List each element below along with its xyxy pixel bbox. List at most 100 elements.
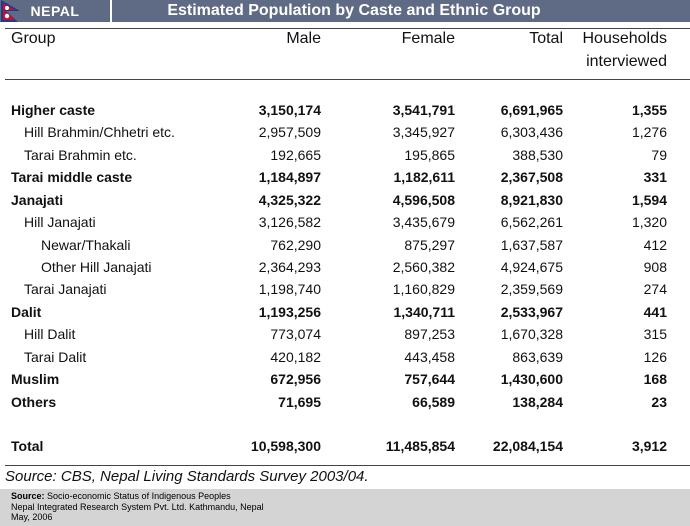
cell-male: 672,956 (270, 371, 321, 387)
table-row: Muslim 672,956 757,644 1,430,600 168 (0, 368, 690, 390)
header-bottom-rule (5, 79, 690, 80)
cell-households: 79 (651, 147, 667, 163)
column-header-female: Female (401, 30, 455, 47)
footer-text: Source: Socio-economic Status of Indigen… (11, 491, 264, 523)
cell-total: 138,284 (512, 394, 563, 410)
cell-total: 2,367,508 (500, 169, 563, 185)
cell-households: 3,912 (631, 438, 667, 454)
table-top-rule (5, 28, 690, 29)
column-header-total: Total (529, 30, 563, 47)
cell-total: 1,637,587 (500, 237, 563, 253)
cell-total: 1,430,600 (500, 371, 563, 387)
cell-female: 1,160,829 (392, 281, 455, 297)
column-header-group: Group (11, 30, 56, 47)
cell-female: 195,865 (404, 147, 455, 163)
table-row: Newar/Thakali 762,290 875,297 1,637,587 412 (0, 234, 690, 256)
cell-total: 863,639 (512, 349, 563, 365)
cell-total: 4,924,675 (500, 259, 563, 275)
cell-total: 6,691,965 (500, 102, 563, 118)
cell-female: 1,340,711 (393, 304, 455, 320)
table-row: Dalit 1,193,256 1,340,711 2,533,967 441 (0, 301, 690, 323)
cell-female: 875,297 (404, 237, 455, 253)
table-row: Tarai Janajati 1,198,740 1,160,829 2,359,56… (0, 278, 690, 300)
cell-female: 2,560,382 (392, 259, 455, 275)
cell-households: 908 (643, 259, 667, 275)
cell-female: 897,253 (404, 326, 455, 342)
country-label: NEPAL (30, 3, 80, 19)
cell-male: 71,695 (278, 394, 321, 410)
table-row: Hill Brahmin/Chhetri etc. 2,957,509 3,345,… (0, 121, 690, 143)
cell-male: 4,325,322 (258, 192, 321, 208)
cell-male: 1,198,740 (258, 281, 321, 297)
cell-male: 2,364,293 (258, 259, 321, 275)
footer-publisher: Nepal Integrated Research System Pvt. Lt… (11, 501, 264, 512)
cell-male: 2,957,509 (258, 124, 321, 140)
row-label: Others (11, 394, 57, 410)
row-label: Tarai Brahmin etc. (24, 147, 137, 163)
row-label: Higher caste (11, 102, 96, 118)
cell-total: 6,562,261 (500, 214, 563, 230)
cell-households: 126 (643, 349, 667, 365)
table-row: Hill Dalit 773,074 897,253 1,670,328 315 (0, 323, 690, 345)
cell-male: 1,193,256 (258, 304, 321, 320)
column-header-households-line2: interviewed (586, 53, 667, 70)
row-label: Total (11, 438, 44, 454)
row-label: Hill Janajati (24, 214, 96, 230)
row-label: Janajati (11, 192, 64, 208)
table-bottom-rule (5, 465, 690, 466)
cell-female: 443,458 (404, 349, 455, 365)
cell-female: 3,541,791 (392, 102, 455, 118)
cell-male: 3,126,582 (258, 214, 321, 230)
cell-female: 757,644 (404, 371, 455, 387)
cell-households: 1,320 (631, 214, 667, 230)
row-label: Tarai Janajati (24, 281, 107, 297)
cell-households: 1,594 (631, 192, 667, 208)
column-header-households: Households (582, 30, 668, 47)
row-label: Dalit (11, 304, 42, 320)
table-row: Hill Janajati 3,126,582 3,435,679 6,562,261… (0, 211, 690, 233)
cell-households: 315 (643, 326, 667, 342)
cell-female: 3,345,927 (392, 124, 455, 140)
footer-date: May, 2006 (11, 512, 53, 522)
footer: Source: Socio-economic Status of Indigen… (0, 489, 690, 526)
row-label: Hill Dalit (24, 326, 76, 342)
cell-total: 2,359,569 (500, 281, 563, 297)
row-label: Tarai Dalit (24, 349, 87, 365)
row-label: Other Hill Janajati (41, 259, 152, 275)
table-row: Others 71,695 66,589 138,284 23 (0, 391, 690, 413)
table-row: Higher caste 3,150,174 3,541,791 6,691,965 1… (0, 99, 690, 121)
table-row: Tarai middle caste 1,184,897 1,182,611 2,36… (0, 166, 690, 188)
cell-male: 773,074 (270, 326, 321, 342)
row-label: Muslim (11, 371, 60, 387)
cell-total: 6,303,436 (500, 124, 563, 140)
cell-households: 441 (643, 304, 667, 320)
footer-source-label: Source: (11, 491, 45, 501)
cell-female: 66,589 (412, 394, 455, 410)
source-note: Source: CBS, Nepal Living Standards Surv… (5, 468, 369, 485)
cell-female: 1,182,611 (393, 169, 455, 185)
table-row: Janajati 4,325,322 4,596,508 8,921,830 1,594 (0, 189, 690, 211)
header-bar: NEPAL Estimated Population by Caste and … (0, 0, 690, 22)
cell-total: 8,921,830 (500, 192, 563, 208)
cell-male: 1,184,897 (258, 169, 321, 185)
cell-households: 412 (643, 237, 667, 253)
cell-total: 2,533,967 (500, 304, 563, 320)
cell-male: 3,150,174 (258, 102, 321, 118)
cell-female: 11,485,854 (385, 438, 455, 454)
table-total-row: Total 10,598,300 11,485,854 22,084,154 3,912 (0, 435, 690, 457)
cell-female: 3,435,679 (392, 214, 455, 230)
page-title: Estimated Population by Caste and Ethnic… (167, 2, 541, 19)
row-label: Tarai middle caste (11, 169, 133, 185)
table-row: Tarai Dalit 420,182 443,458 863,639 126 (0, 346, 690, 368)
column-header-male: Male (286, 30, 321, 47)
row-label: Hill Brahmin/Chhetri etc. (24, 124, 175, 140)
table-row: Tarai Brahmin etc. 192,665 195,865 388,530 7… (0, 144, 690, 166)
cell-female: 4,596,508 (392, 192, 455, 208)
cell-male: 10,598,300 (250, 438, 321, 454)
cell-households: 1,355 (631, 102, 667, 118)
cell-households: 331 (643, 169, 667, 185)
cell-households: 168 (643, 371, 667, 387)
footer-source-title: Socio-economic Status of Indigenous Peop… (44, 491, 231, 501)
cell-male: 192,665 (270, 147, 321, 163)
cell-households: 274 (643, 281, 667, 297)
